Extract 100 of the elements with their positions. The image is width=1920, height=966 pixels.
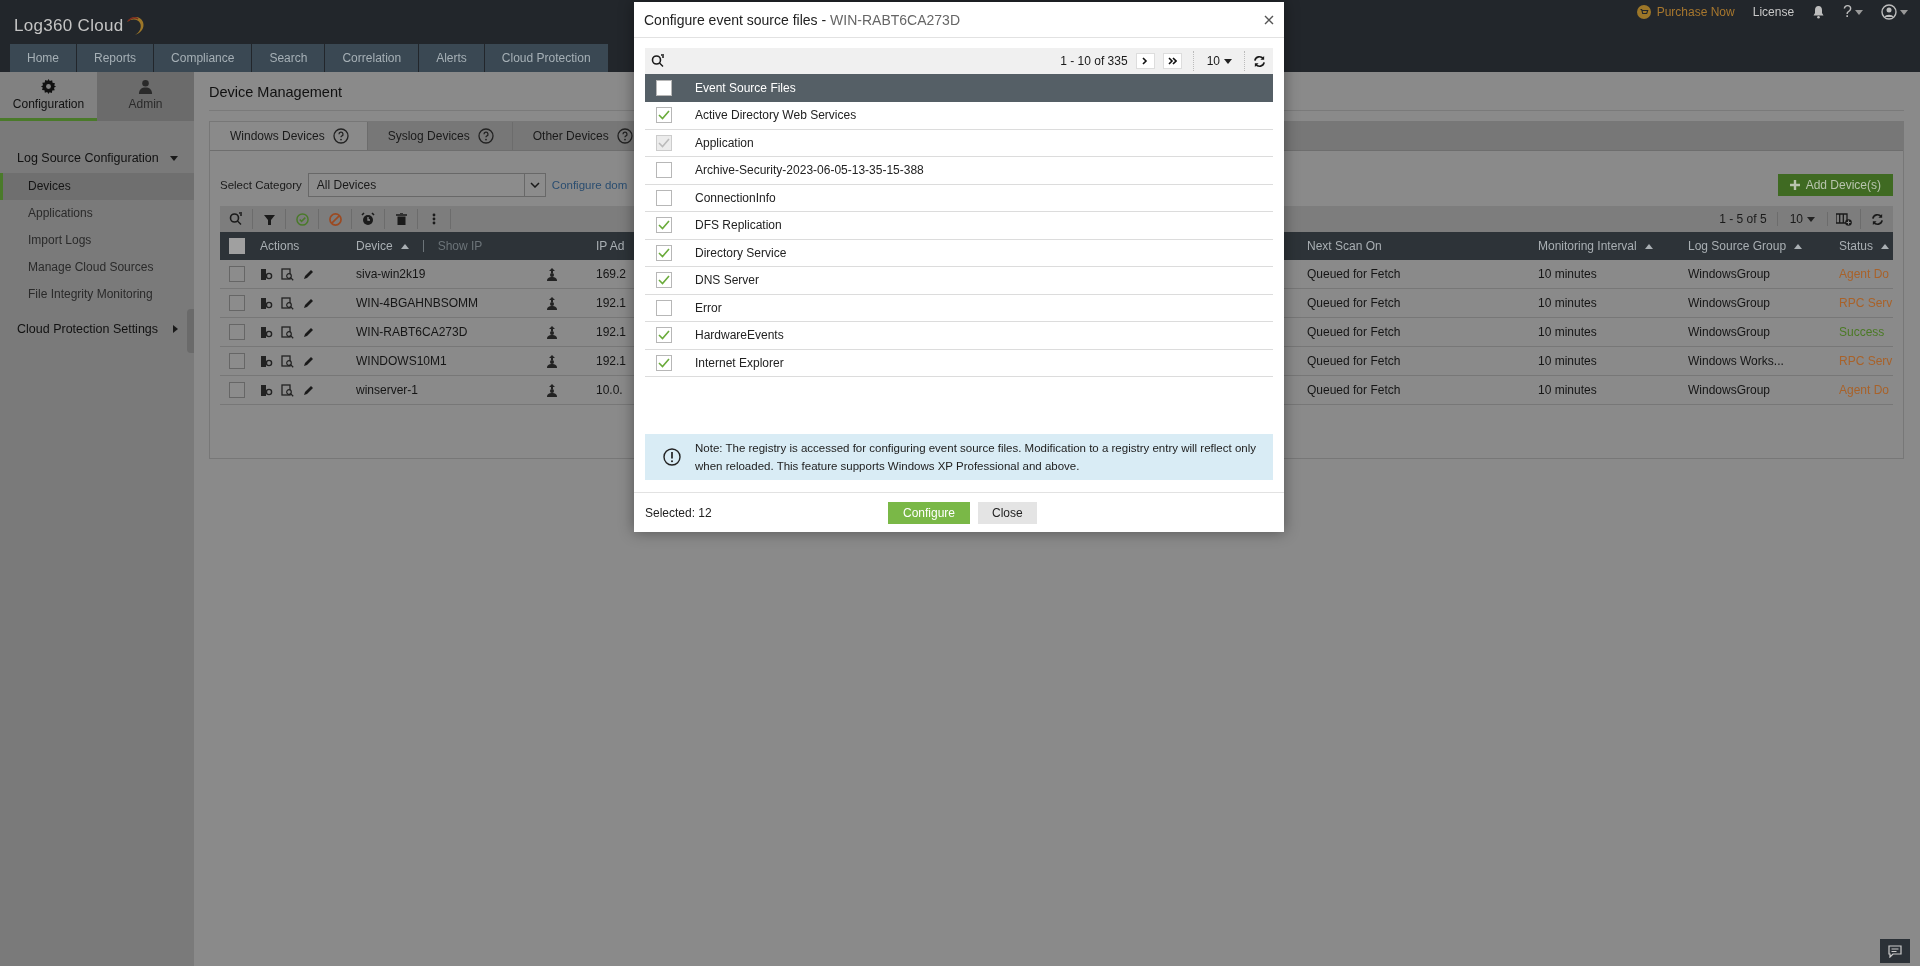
close-button[interactable] xyxy=(1264,14,1274,25)
alert-circle-icon xyxy=(663,448,681,467)
purchase-link[interactable]: Purchase Now xyxy=(1636,5,1735,19)
category-dropdown[interactable]: All Devices xyxy=(307,173,546,197)
document-search-icon[interactable] xyxy=(281,325,294,339)
file-name: Internet Explorer xyxy=(695,355,784,370)
caret-icon xyxy=(1900,9,1908,15)
document-search-icon[interactable] xyxy=(281,354,294,368)
configure-button[interactable]: Configure xyxy=(888,501,971,524)
help-menu[interactable]: ? xyxy=(1843,3,1863,21)
pencil-icon[interactable] xyxy=(302,296,315,310)
bell-icon[interactable] xyxy=(1812,5,1826,19)
sidebar-item[interactable]: Manage Cloud Sources xyxy=(0,254,194,281)
sidebar-tab[interactable]: Configuration xyxy=(0,72,97,121)
pencil-icon[interactable] xyxy=(302,267,315,281)
nav-tab[interactable]: Correlation xyxy=(325,44,420,72)
checkbox[interactable] xyxy=(656,189,672,206)
sidebar-item[interactable]: Devices xyxy=(0,173,194,200)
checkbox[interactable] xyxy=(656,327,672,344)
checkbox[interactable] xyxy=(229,382,245,398)
sidebar-section[interactable]: Cloud Protection Settings xyxy=(0,314,182,344)
refresh-icon[interactable] xyxy=(1252,54,1266,68)
add-device-button[interactable]: Add Device(s) xyxy=(1777,174,1893,196)
alarm-clock-icon[interactable] xyxy=(361,212,375,226)
column-header[interactable]: Log Source Group xyxy=(1688,239,1787,253)
nav-tab[interactable]: Search xyxy=(252,44,326,72)
filter-icon[interactable] xyxy=(263,213,275,225)
license-link[interactable]: License xyxy=(1752,5,1795,19)
table-cell-text: 10 minutes xyxy=(1538,296,1598,310)
check-circle-icon[interactable] xyxy=(295,212,309,226)
sidebar-section[interactable]: Log Source Configuration xyxy=(0,143,182,173)
document-search-icon[interactable] xyxy=(281,296,294,310)
checkbox[interactable] xyxy=(656,244,672,261)
pencil-icon[interactable] xyxy=(302,383,315,397)
caret-down-icon xyxy=(170,155,178,161)
user-avatar-icon[interactable] xyxy=(1881,4,1897,20)
user-upload-icon[interactable] xyxy=(546,296,558,310)
table-cell-text: 10 minutes xyxy=(1538,354,1598,368)
checkbox[interactable] xyxy=(229,324,245,340)
checkbox[interactable] xyxy=(656,107,672,124)
search-icon[interactable] xyxy=(651,54,665,69)
sort-arrow-icon[interactable] xyxy=(400,243,409,249)
checkbox[interactable] xyxy=(656,80,672,97)
nav-tab[interactable]: Alerts xyxy=(419,44,485,72)
checkbox[interactable] xyxy=(229,295,245,311)
nav-tab[interactable]: Home xyxy=(10,44,77,72)
checkbox[interactable] xyxy=(229,266,245,282)
trash-icon[interactable] xyxy=(395,213,407,225)
help-icon[interactable] xyxy=(616,128,633,144)
page-size-dropdown[interactable]: 10 xyxy=(1192,51,1245,72)
checkbox[interactable] xyxy=(656,299,672,316)
column-header: Next Scan On xyxy=(1307,239,1383,253)
chat-button[interactable] xyxy=(1880,939,1910,963)
page-size-dropdown[interactable]: 10 xyxy=(1777,212,1828,226)
show-ip-toggle[interactable]: Show IP xyxy=(437,239,483,253)
sort-arrow-icon[interactable] xyxy=(1644,243,1653,249)
pencil-icon[interactable] xyxy=(302,354,315,368)
user-upload-icon[interactable] xyxy=(546,267,558,281)
sidebar-item[interactable]: Import Logs xyxy=(0,227,194,254)
checkbox[interactable] xyxy=(656,162,672,179)
more-vertical-icon[interactable] xyxy=(432,213,436,225)
sidebar-tab[interactable]: Admin xyxy=(97,72,194,121)
device-tab[interactable]: Windows Devices xyxy=(210,122,368,150)
nav-tab[interactable]: Reports xyxy=(77,44,155,72)
user-upload-icon[interactable] xyxy=(546,383,558,397)
close-button[interactable]: Close xyxy=(978,501,1037,524)
column-header[interactable]: Status xyxy=(1839,239,1874,253)
user-upload-icon[interactable] xyxy=(546,354,558,368)
sort-arrow-icon[interactable] xyxy=(1881,243,1890,249)
file-name: ConnectionInfo xyxy=(695,190,776,205)
column-header[interactable]: Device xyxy=(356,239,393,253)
checkbox[interactable] xyxy=(229,238,245,254)
logo-swoosh-icon xyxy=(125,14,146,36)
document-search-icon[interactable] xyxy=(281,267,294,281)
collapse-handle[interactable] xyxy=(187,309,194,353)
pencil-icon[interactable] xyxy=(302,325,315,339)
page-range: 1 - 10 of 335 xyxy=(1060,54,1128,69)
column-header[interactable]: Monitoring Interval xyxy=(1538,239,1637,253)
checkbox[interactable] xyxy=(229,353,245,369)
logo-text: Log360 Cloud xyxy=(14,16,124,36)
checkbox[interactable] xyxy=(656,217,672,234)
help-icon[interactable] xyxy=(477,128,494,144)
checkbox[interactable] xyxy=(656,272,672,289)
double-chevron-right-icon xyxy=(1167,57,1177,66)
nav-tab[interactable]: Cloud Protection xyxy=(484,44,609,72)
checkbox[interactable] xyxy=(656,354,672,371)
device-tab[interactable]: Syslog Devices xyxy=(367,122,513,150)
column-settings-icon[interactable] xyxy=(1836,212,1852,226)
sort-arrow-icon[interactable] xyxy=(1794,243,1803,249)
nav-tab[interactable]: Compliance xyxy=(154,44,253,72)
last-page-button[interactable] xyxy=(1162,53,1182,70)
table-cell-text: WIN-RABT6CA273D xyxy=(356,325,469,339)
configure-link[interactable]: Configure dom xyxy=(551,179,628,191)
sidebar-item[interactable]: File Integrity Monitoring xyxy=(0,281,194,308)
user-upload-icon[interactable] xyxy=(546,325,558,339)
sidebar-item[interactable]: Applications xyxy=(0,200,194,227)
status-text: RPC Serv xyxy=(1839,354,1893,368)
document-search-icon[interactable] xyxy=(281,383,294,397)
help-icon[interactable] xyxy=(332,128,349,144)
next-page-button[interactable] xyxy=(1135,53,1155,70)
